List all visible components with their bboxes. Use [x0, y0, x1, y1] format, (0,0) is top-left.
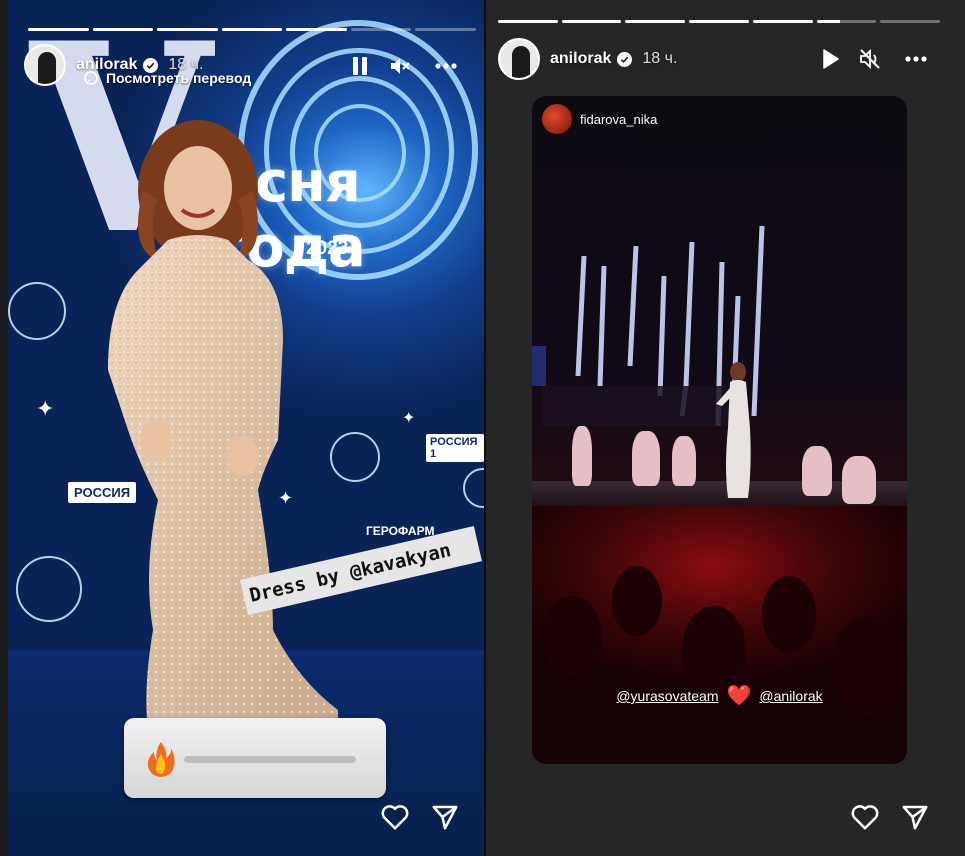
repost-avatar[interactable] — [542, 104, 572, 134]
singer-figure — [716, 362, 751, 498]
progress-segment — [625, 20, 686, 23]
crowd — [532, 506, 907, 764]
translate-link[interactable]: Посмотреть перевод — [84, 70, 251, 86]
story-progress — [28, 28, 477, 31]
crowd-head — [682, 606, 746, 696]
progress-segment — [816, 20, 877, 23]
progress-segment — [498, 20, 558, 23]
progress-segment — [28, 28, 89, 31]
share-icon[interactable] — [900, 802, 930, 832]
story-right[interactable]: anilorak 18 ч. fidarova_nika @yurasovate… — [486, 0, 965, 856]
progress-segment — [561, 20, 622, 23]
mention-caption: @yurasovateam ❤️ @anilorak — [532, 686, 907, 706]
fire-icon — [147, 742, 175, 777]
avatar[interactable] — [24, 44, 66, 86]
sponsor-rossiya1: РОССИЯ 1 — [426, 434, 484, 462]
progress-segment — [350, 28, 412, 31]
share-icon[interactable] — [430, 802, 460, 832]
crowd-head — [762, 576, 816, 652]
play-icon[interactable] — [818, 47, 842, 71]
muted-icon[interactable] — [858, 47, 882, 71]
translate-label: Посмотреть перевод — [106, 70, 252, 86]
avatar[interactable] — [498, 38, 540, 80]
heart-icon[interactable] — [380, 802, 410, 832]
story-photo-subject — [108, 120, 338, 730]
post-time: 18 ч. — [642, 50, 678, 67]
progress-segment — [157, 28, 218, 31]
more-icon[interactable] — [902, 47, 930, 71]
translate-icon — [84, 71, 98, 85]
crowd-head — [542, 596, 602, 676]
dancer-figure — [842, 456, 876, 504]
story-progress — [498, 20, 941, 23]
dancer-figure — [572, 426, 592, 486]
sparkle-icon: ✦ — [402, 410, 416, 427]
reposted-story-card[interactable]: fidarova_nika @yurasovateam ❤️ @anilorak — [532, 96, 907, 764]
crowd-head — [612, 566, 662, 636]
progress-segment — [752, 20, 813, 23]
progress-segment — [92, 28, 154, 31]
backdrop-badge — [16, 556, 82, 622]
mention-link[interactable]: @anilorak — [759, 688, 822, 704]
progress-segment — [221, 28, 283, 31]
emoji-slider-sticker[interactable] — [124, 718, 386, 798]
verified-icon — [617, 51, 633, 67]
story-header: anilorak 18 ч. — [498, 38, 677, 80]
username[interactable]: anilorak — [550, 50, 611, 68]
progress-segment — [689, 20, 749, 23]
mute-icon[interactable] — [388, 54, 412, 78]
repost-attribution[interactable]: fidarova_nika — [542, 104, 657, 134]
mention-link[interactable]: @yurasovateam — [616, 688, 718, 704]
sponsor-gerofarm: ГЕРОФАРМ — [366, 524, 435, 538]
dancer-figure — [802, 446, 832, 496]
progress-segment — [286, 28, 347, 31]
dancer-figure — [632, 431, 660, 486]
progress-segment — [415, 28, 477, 31]
more-icon[interactable] — [432, 54, 460, 78]
slider-track[interactable] — [184, 756, 356, 763]
story-left[interactable]: V есня года 2023 ✦ ✦ ✦ РОССИЯ РОССИЯ 1 Г… — [8, 0, 484, 856]
progress-segment — [880, 20, 941, 23]
stories-viewer: V есня года 2023 ✦ ✦ ✦ РОССИЯ РОССИЯ 1 Г… — [0, 0, 965, 856]
backdrop-badge — [8, 282, 66, 340]
backdrop-badge — [463, 468, 484, 508]
pause-icon[interactable] — [348, 54, 372, 78]
heart-emoji: ❤️ — [726, 685, 752, 707]
sparkle-icon: ✦ — [36, 396, 55, 421]
repost-username[interactable]: fidarova_nika — [580, 112, 657, 127]
heart-icon[interactable] — [850, 802, 880, 832]
dancer-figure — [672, 436, 696, 486]
